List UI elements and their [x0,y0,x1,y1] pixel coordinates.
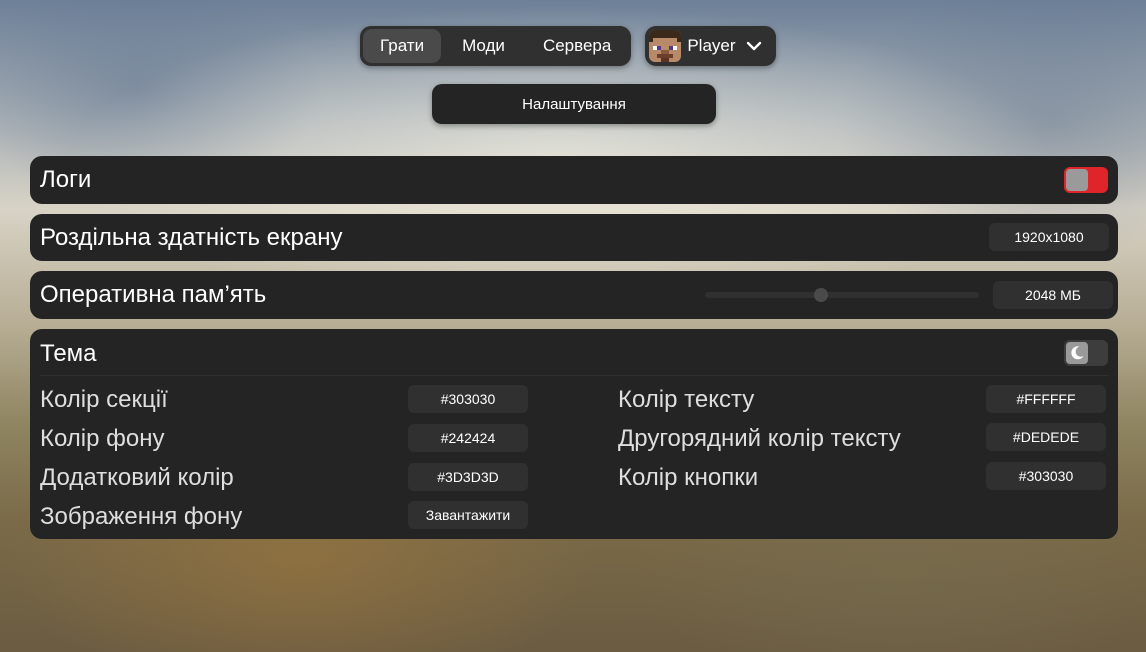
theme-label: Тема [40,340,97,367]
tab-servers[interactable]: Сервера [526,29,628,63]
chevron-down-icon [746,41,761,51]
background-color-label: Колір фону [40,425,165,452]
resolution-label: Роздільна здатність екрану [40,224,343,251]
upload-background-button[interactable]: Завантажити [408,501,528,529]
player-avatar [649,30,682,62]
section-color-label: Колір секції [40,386,168,413]
theme-section: Тема Колір секції #303030 Колір фону #24… [30,329,1118,539]
logs-section: Логи [30,156,1118,204]
resolution-section: Роздільна здатність екрану 1920x1080 [30,214,1118,261]
player-menu-button[interactable]: Player [645,26,776,66]
player-name: Player [687,36,736,55]
extra-color-field[interactable]: #3D3D3D [408,463,528,491]
main-tabs: Грати Моди Сервера [360,26,632,66]
background-color-field[interactable]: #242424 [408,424,528,452]
logs-toggle-knob [1066,169,1088,191]
background-image-label: Зображення фону [40,503,243,530]
secondary-text-color-label: Другорядний колір тексту [618,425,901,452]
logs-toggle[interactable] [1064,167,1108,193]
theme-divider [40,375,1108,376]
resolution-value[interactable]: 1920x1080 [989,223,1109,251]
memory-label: Оперативна пам’ять [40,281,267,308]
secondary-text-color-field[interactable]: #DEDEDE [986,423,1106,451]
top-navigation: Грати Моди Сервера Player [360,26,776,66]
logs-label: Логи [40,166,92,193]
button-color-label: Колір кнопки [618,464,759,491]
tab-play[interactable]: Грати [363,29,442,63]
section-color-field[interactable]: #303030 [408,385,528,413]
button-color-field[interactable]: #303030 [986,462,1106,490]
extra-color-label: Додатковий колір [40,464,234,491]
memory-slider[interactable] [705,288,979,302]
memory-slider-thumb[interactable] [814,288,828,302]
theme-toggle-knob [1066,342,1088,364]
memory-section: Оперативна пам’ять 2048 МБ [30,271,1118,319]
theme-toggle[interactable] [1064,340,1108,366]
settings-button[interactable]: Налаштування [432,84,716,124]
moon-icon [1071,346,1084,360]
tab-mods[interactable]: Моди [445,29,522,63]
memory-value[interactable]: 2048 МБ [993,281,1113,309]
text-color-field[interactable]: #FFFFFF [986,385,1106,413]
text-color-label: Колір тексту [618,386,755,413]
